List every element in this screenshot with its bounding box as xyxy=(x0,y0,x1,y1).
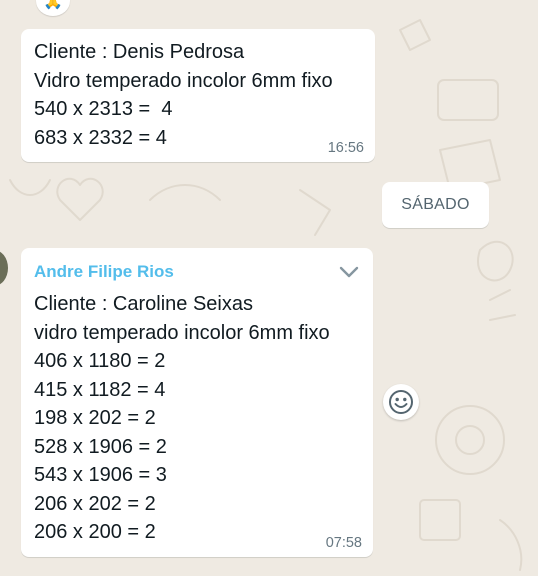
chevron-down-icon[interactable] xyxy=(339,265,359,283)
message-timestamp: 07:58 xyxy=(325,535,362,551)
message-line: vidro temperado incolor 6mm fixo xyxy=(34,321,330,344)
reaction-badge[interactable]: 🙏 xyxy=(36,0,70,16)
message-line: Cliente : Caroline Seixas xyxy=(34,293,253,315)
message-text: Cliente : Denis Pedrosa Vidro temperado … xyxy=(34,38,333,152)
message-line: 683 x 2332 = 4 xyxy=(34,126,167,149)
message-line: 406 x 1180 = 2 xyxy=(34,350,166,372)
emoji-smile-icon xyxy=(389,390,413,414)
date-divider: SÁBADO xyxy=(382,182,489,228)
message-timestamp: 16:56 xyxy=(327,140,364,156)
message-line: Vidro temperado incolor 6mm fixo xyxy=(34,69,333,92)
emoji-reaction-button[interactable] xyxy=(383,384,419,420)
message-line: 528 x 1906 = 2 xyxy=(34,435,167,458)
avatar[interactable] xyxy=(0,250,8,286)
message-line: 540 x 2313 = 4 xyxy=(34,98,173,120)
message-line: 206 x 200 = 2 xyxy=(34,521,156,543)
message-bubble[interactable]: Andre Filipe Rios Cliente : Caroline Sei… xyxy=(21,248,373,557)
message-line: 206 x 202 = 2 xyxy=(34,492,156,515)
message-bubble[interactable]: Cliente : Denis Pedrosa Vidro temperado … xyxy=(21,29,375,162)
message-line: 415 x 1182 = 4 xyxy=(34,378,166,401)
message-line: Cliente : Denis Pedrosa xyxy=(34,41,245,63)
message-line: 198 x 202 = 2 xyxy=(34,407,156,429)
sender-name[interactable]: Andre Filipe Rios xyxy=(34,262,174,282)
message-line: 543 x 1906 = 3 xyxy=(34,464,167,486)
message-text: Cliente : Caroline Seixas vidro temperad… xyxy=(34,290,330,547)
praying-hands-emoji: 🙏 xyxy=(43,0,63,10)
